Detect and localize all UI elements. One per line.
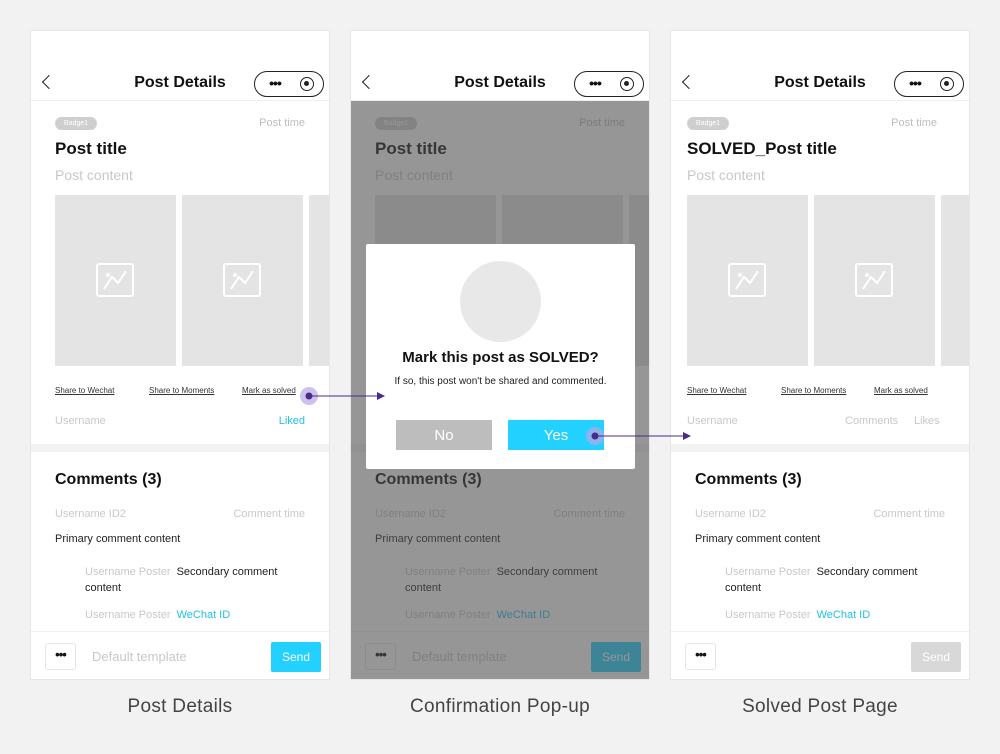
post-image[interactable] (687, 195, 808, 366)
comment-input-bar: ••• Send (671, 631, 969, 679)
more-icon[interactable]: ••• (685, 643, 716, 670)
reply-comment: Username Poster WeChat ID (85, 609, 230, 621)
comments-heading: Comments (3) (55, 471, 162, 488)
yes-button[interactable]: Yes (508, 420, 604, 450)
send-button: Send (911, 642, 961, 672)
dialog-message: If so, this post won't be shared and com… (394, 376, 607, 387)
post-content: Post content (687, 167, 765, 183)
image-icon (855, 263, 893, 297)
more-options-icon[interactable]: ••• (262, 74, 288, 92)
section-divider (31, 444, 329, 452)
share-wechat-link[interactable]: Share to Wechat (687, 386, 746, 395)
post-details-screen: Post Details ••• Badge1 Post time Post t… (30, 30, 330, 680)
no-button[interactable]: No (396, 420, 492, 450)
post-time: Post time (259, 117, 305, 129)
confirmation-popup-screen: Post Details ••• Badge1 Post time Post t… (350, 30, 650, 680)
post-content: Post content (55, 167, 133, 183)
dialog-title: Mark this post as SOLVED? (402, 349, 599, 366)
confirm-dialog: Mark this post as SOLVED? If so, this po… (366, 244, 635, 469)
solved-post-screen: Post Details ••• Badge1 Post time SOLVED… (670, 30, 970, 680)
post-time: Post time (891, 117, 937, 129)
caption-post-details: Post Details (127, 696, 233, 717)
close-target-icon[interactable] (940, 77, 954, 91)
caption-confirmation-popup: Confirmation Pop-up (410, 696, 590, 717)
mark-solved-link[interactable]: Mark as solved (242, 386, 296, 395)
secondary-comment: Username PosterSecondary comment content (85, 564, 300, 596)
more-options-icon[interactable]: ••• (902, 74, 928, 92)
comment-username[interactable]: Username ID2 (55, 508, 126, 520)
likes-counter: Likes (914, 415, 940, 427)
poster-username[interactable]: Username Poster (725, 566, 811, 578)
close-target-icon[interactable] (620, 77, 634, 91)
post-image[interactable] (814, 195, 935, 366)
image-icon (223, 263, 261, 297)
more-options-icon[interactable]: ••• (582, 74, 608, 92)
nav-bar: Post Details ••• (671, 31, 969, 101)
secondary-comment: Username PosterSecondary comment content (725, 564, 940, 596)
primary-comment: Primary comment content (55, 533, 181, 545)
author-username[interactable]: Username (55, 415, 106, 427)
mini-program-capsule: ••• (574, 71, 644, 97)
comments-heading: Comments (3) (695, 471, 802, 488)
comment-username[interactable]: Username ID2 (695, 508, 766, 520)
close-target-icon[interactable] (300, 77, 314, 91)
post-title: SOLVED_Post title (687, 139, 837, 158)
wechat-id-link[interactable]: WeChat ID (817, 609, 871, 621)
section-divider (671, 444, 969, 452)
nav-bar: Post Details ••• (31, 31, 329, 101)
mini-program-capsule: ••• (254, 71, 324, 97)
post-image[interactable] (182, 195, 303, 366)
comment-input-bar: ••• Send (31, 631, 329, 679)
post-badge: Badge1 (687, 117, 729, 130)
comment-time: Comment time (233, 508, 305, 520)
post-image[interactable] (941, 195, 969, 366)
post-image[interactable] (309, 195, 329, 366)
image-icon (96, 263, 134, 297)
comment-input[interactable] (79, 643, 264, 670)
image-icon (728, 263, 766, 297)
comment-time: Comment time (873, 508, 945, 520)
post-image[interactable] (55, 195, 176, 366)
dialog-illustration (460, 261, 541, 342)
poster-username[interactable]: Username Poster (725, 609, 811, 621)
send-button[interactable]: Send (271, 642, 321, 672)
nav-bar: Post Details ••• (351, 31, 649, 101)
mark-solved-link[interactable]: Mark as solved (874, 386, 928, 395)
mini-program-capsule: ••• (894, 71, 964, 97)
liked-button[interactable]: Liked (279, 415, 305, 427)
author-username[interactable]: Username (687, 415, 738, 427)
share-moments-link[interactable]: Share to Moments (149, 386, 214, 395)
wechat-id-link[interactable]: WeChat ID (177, 609, 231, 621)
post-title: Post title (55, 139, 127, 158)
more-icon[interactable]: ••• (45, 643, 76, 670)
share-moments-link[interactable]: Share to Moments (781, 386, 846, 395)
reply-comment: Username Poster WeChat ID (725, 609, 870, 621)
poster-username[interactable]: Username Poster (85, 566, 171, 578)
poster-username[interactable]: Username Poster (85, 609, 171, 621)
comments-counter: Comments (845, 415, 899, 427)
primary-comment: Primary comment content (695, 533, 821, 545)
post-badge: Badge1 (55, 117, 97, 130)
caption-solved-post: Solved Post Page (742, 696, 898, 717)
comment-input (719, 643, 904, 670)
share-wechat-link[interactable]: Share to Wechat (55, 386, 114, 395)
